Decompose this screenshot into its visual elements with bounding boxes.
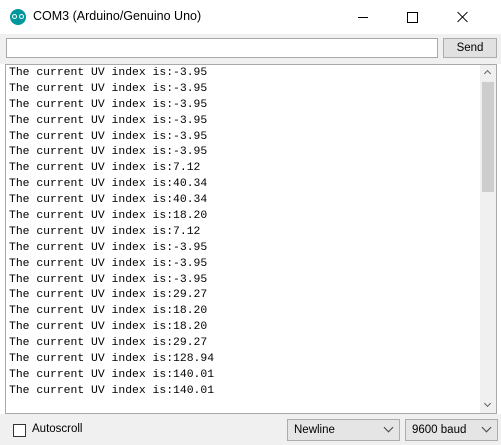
status-bar: Autoscroll Newline 9600 baud bbox=[0, 414, 501, 445]
output-line: The current UV index is:29.27 bbox=[9, 337, 208, 350]
output-line: The current UV index is:140.01 bbox=[9, 368, 215, 381]
line-ending-select[interactable]: Newline bbox=[287, 419, 400, 441]
output-line: The current UV index is:29.27 bbox=[9, 289, 208, 302]
maximize-icon[interactable] bbox=[390, 0, 436, 34]
output-line: The current UV index is:40.34 bbox=[9, 194, 208, 207]
window-title: COM3 (Arduino/Genuino Uno) bbox=[33, 9, 202, 23]
output-line: The current UV index is:-3.95 bbox=[9, 130, 208, 143]
baud-rate-select[interactable]: 9600 baud bbox=[405, 419, 498, 441]
output-line: The current UV index is:-3.95 bbox=[9, 114, 208, 127]
output-line: The current UV index is:-3.95 bbox=[9, 67, 208, 79]
title-bar: COM3 (Arduino/Genuino Uno) bbox=[0, 0, 501, 34]
output-line: The current UV index is:140.01 bbox=[9, 384, 215, 397]
output-line: The current UV index is:-3.95 bbox=[9, 82, 208, 95]
serial-output-lines: The current UV index is:-3.95 The current… bbox=[9, 66, 480, 400]
output-line: The current UV index is:-3.95 bbox=[9, 98, 208, 111]
send-toolbar: Send bbox=[0, 34, 501, 64]
autoscroll-checkbox[interactable] bbox=[13, 424, 26, 437]
output-line: The current UV index is:-3.95 bbox=[9, 241, 208, 254]
output-line: The current UV index is:-3.95 bbox=[9, 146, 208, 159]
autoscroll-label: Autoscroll bbox=[32, 423, 83, 435]
output-line: The current UV index is:40.34 bbox=[9, 178, 208, 191]
output-line: The current UV index is:-3.95 bbox=[9, 257, 208, 270]
output-line: The current UV index is:7.12 bbox=[9, 225, 201, 238]
chevron-down-icon bbox=[481, 422, 492, 433]
output-line: The current UV index is:-3.95 bbox=[9, 273, 208, 286]
vertical-scrollbar[interactable] bbox=[480, 65, 496, 413]
close-icon[interactable] bbox=[440, 0, 486, 34]
output-line: The current UV index is:7.12 bbox=[9, 162, 201, 175]
minimize-icon[interactable] bbox=[340, 0, 386, 34]
line-ending-value: Newline bbox=[294, 424, 335, 436]
scroll-up-icon[interactable] bbox=[480, 65, 496, 81]
output-line: The current UV index is:18.20 bbox=[9, 305, 208, 318]
output-line: The current UV index is:18.20 bbox=[9, 210, 208, 223]
serial-input[interactable] bbox=[6, 38, 438, 58]
chevron-down-icon bbox=[383, 422, 394, 433]
output-line: The current UV index is:18.20 bbox=[9, 321, 208, 334]
output-line: The current UV index is:128.94 bbox=[9, 353, 215, 366]
scroll-down-icon[interactable] bbox=[480, 397, 496, 413]
arduino-icon bbox=[10, 9, 26, 25]
send-button[interactable]: Send bbox=[443, 38, 497, 58]
serial-output[interactable]: The current UV index is:-3.95 The current… bbox=[5, 64, 497, 414]
baud-rate-value: 9600 baud bbox=[412, 424, 467, 436]
scrollbar-thumb[interactable] bbox=[482, 82, 494, 192]
